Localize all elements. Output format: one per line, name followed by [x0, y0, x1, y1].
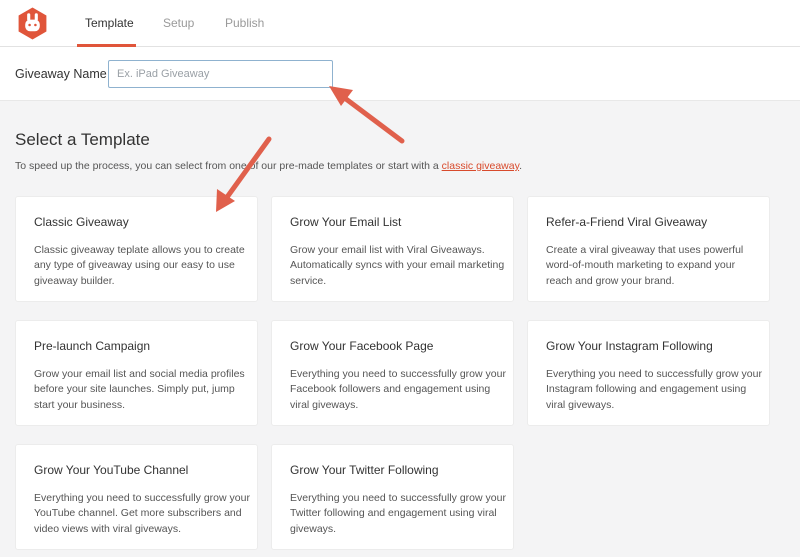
card-description: Grow your email list with Viral Giveaway…: [290, 244, 505, 287]
card-title: Grow Your Twitter Following: [290, 463, 439, 477]
card-title: Classic Giveaway: [34, 215, 129, 229]
template-card-grow-youtube[interactable]: Grow Your YouTube Channel Everything you…: [15, 444, 258, 550]
tab-publish[interactable]: Publish: [225, 16, 264, 30]
tab-template[interactable]: Template: [85, 16, 134, 30]
section-title: Select a Template: [15, 130, 150, 149]
giveaway-name-label: Giveaway Name: [15, 67, 107, 81]
classic-giveaway-link[interactable]: classic giveaway: [442, 160, 519, 172]
giveaway-name-input[interactable]: [108, 60, 333, 88]
template-card-grow-twitter[interactable]: Grow Your Twitter Following Everything y…: [271, 444, 514, 550]
card-title: Grow Your Facebook Page: [290, 339, 434, 353]
template-card-refer-a-friend[interactable]: Refer-a-Friend Viral Giveaway Create a v…: [527, 196, 770, 302]
top-bar: Template Setup Publish: [0, 0, 800, 47]
card-title: Grow Your Instagram Following: [546, 339, 713, 353]
card-description: Classic giveaway teplate allows you to c…: [34, 244, 245, 287]
template-card-grow-facebook[interactable]: Grow Your Facebook Page Everything you n…: [271, 320, 514, 426]
card-description: Everything you need to successfully grow…: [34, 492, 250, 535]
intro-text-end: .: [519, 160, 522, 172]
template-card-grow-instagram[interactable]: Grow Your Instagram Following Everything…: [527, 320, 770, 426]
template-card-classic-giveaway[interactable]: Classic Giveaway Classic giveaway teplat…: [15, 196, 258, 302]
card-title: Refer-a-Friend Viral Giveaway: [546, 215, 708, 229]
intro-text: To speed up the process, you can select …: [15, 160, 522, 172]
template-card-pre-launch[interactable]: Pre-launch Campaign Grow your email list…: [15, 320, 258, 426]
rabbit-logo-icon[interactable]: [15, 6, 50, 41]
card-description: Create a viral giveaway that uses powerf…: [546, 244, 744, 287]
card-description: Everything you need to successfully grow…: [546, 368, 762, 411]
card-title: Grow Your Email List: [290, 215, 402, 229]
intro-text-body: To speed up the process, you can select …: [15, 160, 439, 172]
tab-setup[interactable]: Setup: [163, 16, 194, 30]
giveaway-name-bar: Giveaway Name: [0, 47, 800, 101]
card-description: Everything you need to successfully grow…: [290, 492, 506, 535]
card-title: Pre-launch Campaign: [34, 339, 151, 353]
card-description: Everything you need to successfully grow…: [290, 368, 506, 411]
card-title: Grow Your YouTube Channel: [34, 463, 189, 477]
template-card-grow-email-list[interactable]: Grow Your Email List Grow your email lis…: [271, 196, 514, 302]
card-description: Grow your email list and social media pr…: [34, 368, 245, 411]
